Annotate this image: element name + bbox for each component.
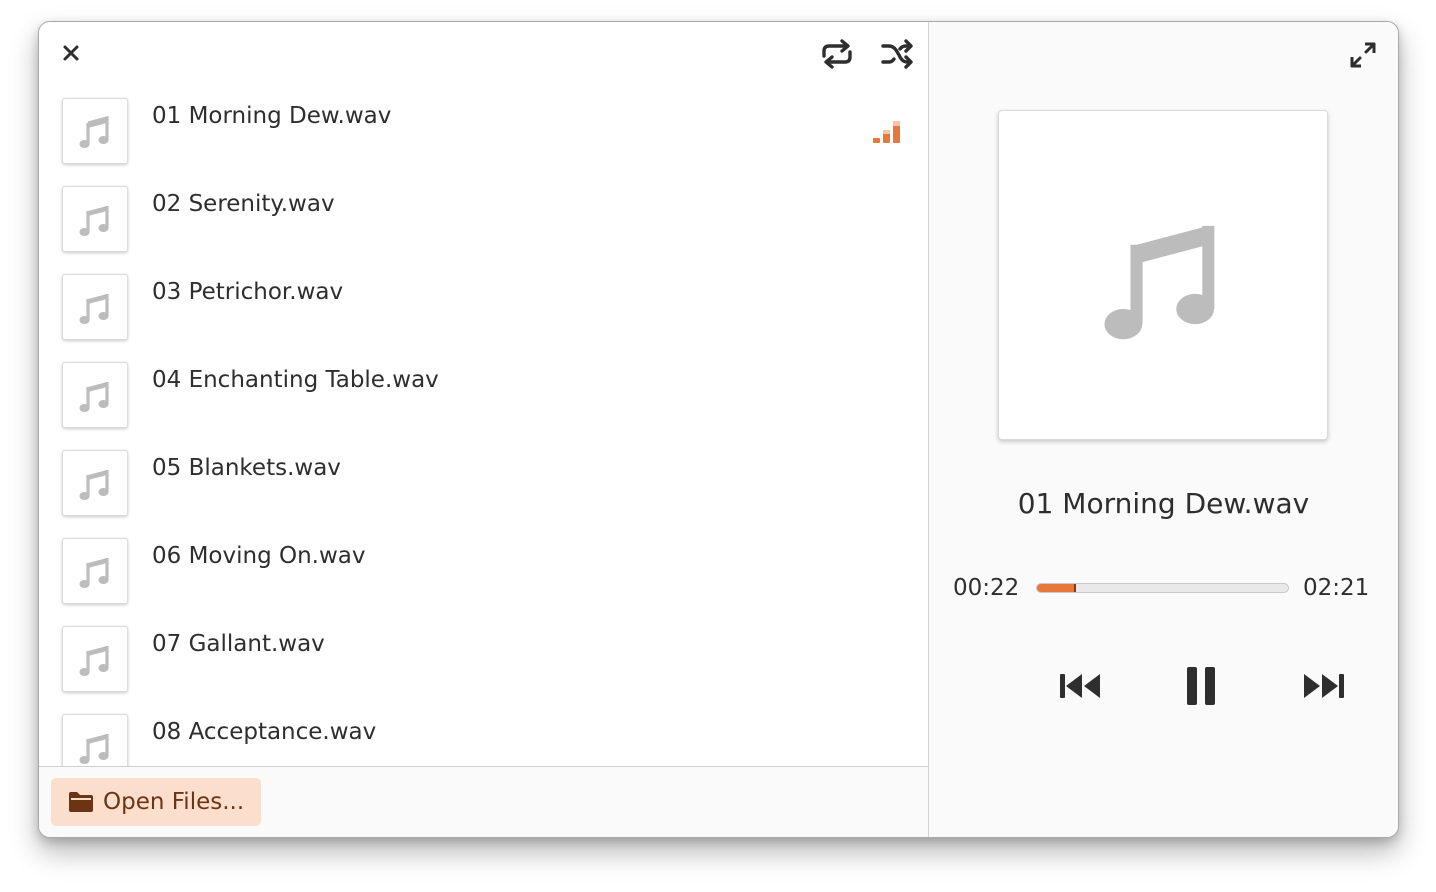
close-icon [63, 45, 79, 61]
progress-fill [1037, 584, 1077, 592]
track-thumbnail [62, 538, 128, 604]
music-note-icon [79, 294, 109, 324]
track-thumbnail [62, 98, 128, 164]
track-row[interactable]: 04 Enchanting Table.wav [39, 360, 928, 448]
track-title: 05 Blankets.wav [152, 455, 341, 481]
track-row[interactable]: 08 Acceptance.wav [39, 712, 928, 766]
track-title: 03 Petrichor.wav [152, 279, 344, 305]
music-note-icon [79, 646, 109, 676]
progress-bar[interactable] [1036, 583, 1289, 593]
track-thumbnail [62, 450, 128, 516]
music-note-icon [79, 470, 109, 500]
shuffle-icon [881, 39, 913, 69]
track-row[interactable]: 06 Moving On.wav [39, 536, 928, 624]
track-title: 06 Moving On.wav [152, 543, 366, 569]
previous-button[interactable] [1057, 662, 1105, 710]
signal-bars-icon [873, 121, 900, 143]
open-files-label: Open Files... [103, 789, 245, 815]
music-note-icon [79, 206, 109, 236]
fullscreen-button[interactable] [1347, 39, 1379, 71]
music-note-icon [1104, 225, 1215, 340]
music-note-icon [79, 115, 109, 148]
track-row[interactable]: 01 Morning Dew.wav [39, 96, 928, 184]
pause-icon [1187, 667, 1215, 705]
track-row[interactable]: 02 Serenity.wav [39, 184, 928, 272]
track-row[interactable]: 03 Petrichor.wav [39, 272, 928, 360]
current-time: 00:22 [953, 575, 1020, 601]
music-note-icon [79, 734, 109, 764]
now-playing-pane: 01 Morning Dew.wav 00:22 02:21 [929, 22, 1398, 837]
track-title: 04 Enchanting Table.wav [152, 367, 439, 393]
repeat-icon [822, 39, 852, 69]
track-row[interactable]: 07 Gallant.wav [39, 624, 928, 712]
music-note-icon [79, 382, 109, 412]
skip-previous-icon [1060, 674, 1100, 698]
track-thumbnail [62, 274, 128, 340]
repeat-button[interactable] [817, 37, 857, 71]
folder-icon [69, 792, 93, 812]
total-time: 02:21 [1303, 575, 1370, 601]
skip-next-icon [1304, 674, 1344, 698]
album-cover [998, 110, 1328, 440]
track-thumbnail [62, 186, 128, 252]
track-thumbnail [62, 714, 128, 766]
music-note-icon [79, 558, 109, 588]
track-thumbnail [62, 626, 128, 692]
close-button[interactable] [59, 41, 83, 65]
music-player-window: 01 Morning Dew.wav 02 Serenity.wav 03 Pe… [38, 21, 1399, 838]
next-button[interactable] [1299, 662, 1347, 710]
fullscreen-icon [1350, 42, 1376, 68]
playlist-footer: Open Files... [39, 766, 928, 837]
track-thumbnail [62, 362, 128, 428]
track-title: 08 Acceptance.wav [152, 719, 377, 745]
track-title: 01 Morning Dew.wav [152, 103, 392, 129]
pause-button[interactable] [1177, 662, 1225, 710]
shuffle-button[interactable] [877, 37, 917, 71]
playlist-pane: 01 Morning Dew.wav 02 Serenity.wav 03 Pe… [39, 22, 929, 837]
now-playing-title: 01 Morning Dew.wav [1017, 487, 1310, 520]
track-list[interactable]: 01 Morning Dew.wav 02 Serenity.wav 03 Pe… [39, 96, 928, 766]
open-files-button[interactable]: Open Files... [51, 778, 261, 826]
track-title: 02 Serenity.wav [152, 191, 335, 217]
track-row[interactable]: 05 Blankets.wav [39, 448, 928, 536]
track-title: 07 Gallant.wav [152, 631, 325, 657]
